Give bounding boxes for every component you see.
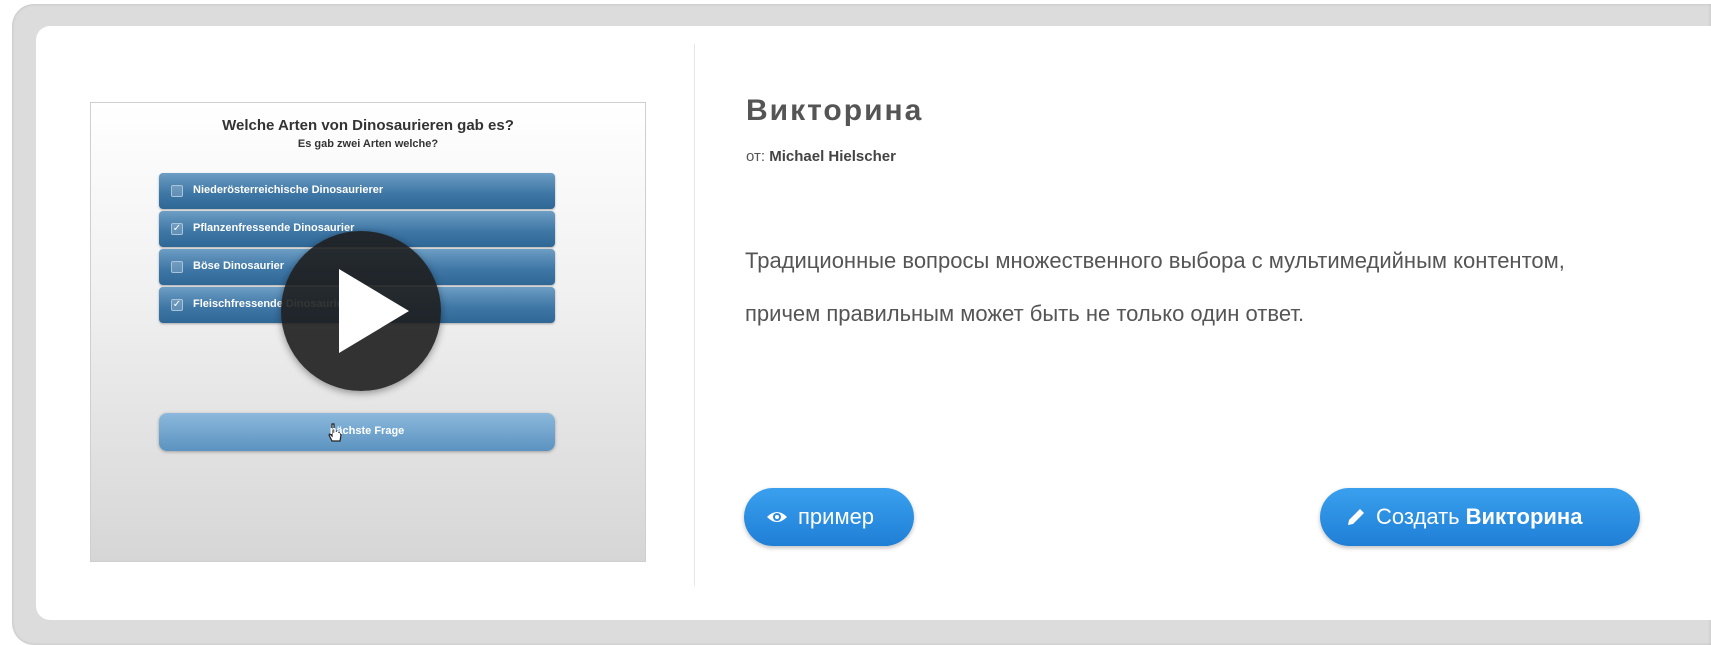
play-video-button[interactable] — [281, 231, 441, 391]
create-quiz-button[interactable]: Создать Викторина — [1320, 488, 1640, 546]
preview-answer-option: Niederösterreichische Dinosaurierer — [159, 173, 555, 209]
preview-subquestion: Es gab zwei Arten welche? — [297, 138, 439, 150]
content-title: Викторина — [746, 94, 924, 127]
checkbox-checked-icon: ✓ — [171, 223, 183, 235]
author-name: Michael Hielscher — [769, 148, 896, 165]
preview-answer-label: Niederösterreichische Dinosaurierer — [193, 184, 384, 196]
preview-question: Welche Arten von Dinosaurieren gab es? — [222, 117, 514, 134]
author-prefix: от: — [746, 148, 766, 165]
example-button-label: пример — [798, 504, 875, 529]
example-button[interactable]: пример — [744, 488, 914, 546]
create-button-label: Создать — [1376, 504, 1460, 529]
author-line: от: Michael Hielscher — [746, 148, 896, 165]
checkbox-icon — [171, 185, 183, 197]
content-description: Традиционные вопросы множественного выбо… — [745, 248, 1565, 326]
column-divider — [694, 44, 695, 586]
create-button-type: Викторина — [1465, 504, 1583, 529]
preview-next-label: nächste Frage — [329, 425, 405, 437]
preview-video-thumbnail[interactable]: Welche Arten von Dinosaurieren gab es? E… — [90, 102, 646, 562]
checkbox-checked-icon: ✓ — [171, 299, 183, 311]
preview-next-question-button: nächste Frage — [159, 413, 555, 451]
preview-answer-label: Böse Dinosaurier — [193, 260, 285, 272]
eye-icon — [766, 509, 788, 525]
play-icon — [339, 269, 409, 353]
pencil-icon — [1346, 507, 1366, 527]
checkbox-icon — [171, 261, 183, 273]
